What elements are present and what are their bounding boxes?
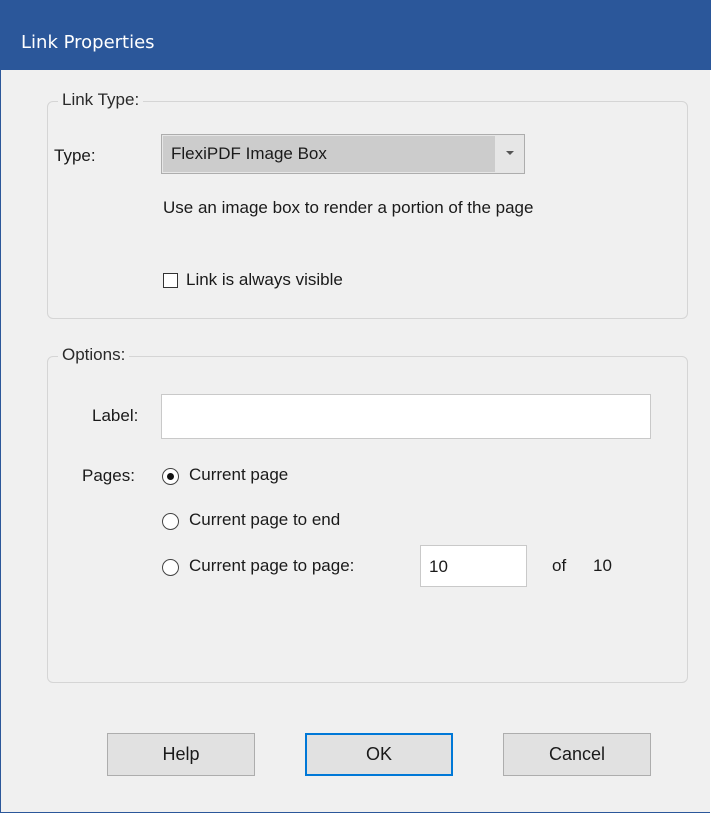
to-page-input[interactable]: 10 [420,545,527,587]
type-description: Use an image box to render a portion of … [163,198,534,217]
always-visible-label[interactable]: Link is always visible [186,270,343,290]
label-field-label: Label: [92,406,139,425]
pages-label: Pages: [82,466,135,485]
radio-current-page-to-page-label[interactable]: Current page to page: [189,556,354,576]
radio-current-page-to-page[interactable] [162,559,179,576]
cancel-button[interactable]: Cancel [503,733,651,776]
total-pages: 10 [593,556,612,575]
of-label: of [552,556,567,575]
type-dropdown[interactable]: FlexiPDF Image Box [161,134,525,174]
chevron-down-icon[interactable] [506,151,514,155]
help-button[interactable]: Help [107,733,255,776]
label-input[interactable] [161,394,651,439]
type-label: Type: [54,146,96,165]
radio-current-page[interactable] [162,468,179,485]
window-title: Link Properties [21,32,155,53]
radio-current-page-to-end[interactable] [162,513,179,530]
to-page-input-value: 10 [429,557,448,576]
link-type-legend: Link Type: [58,90,144,110]
always-visible-checkbox[interactable] [163,273,178,288]
radio-current-page-to-end-label[interactable]: Current page to end [189,510,340,530]
options-legend: Options: [58,345,130,365]
radio-current-page-label[interactable]: Current page [189,465,288,485]
ok-button[interactable]: OK [305,733,453,776]
type-dropdown-value: FlexiPDF Image Box [171,144,327,163]
title-bar[interactable]: Link Properties [1,0,711,70]
